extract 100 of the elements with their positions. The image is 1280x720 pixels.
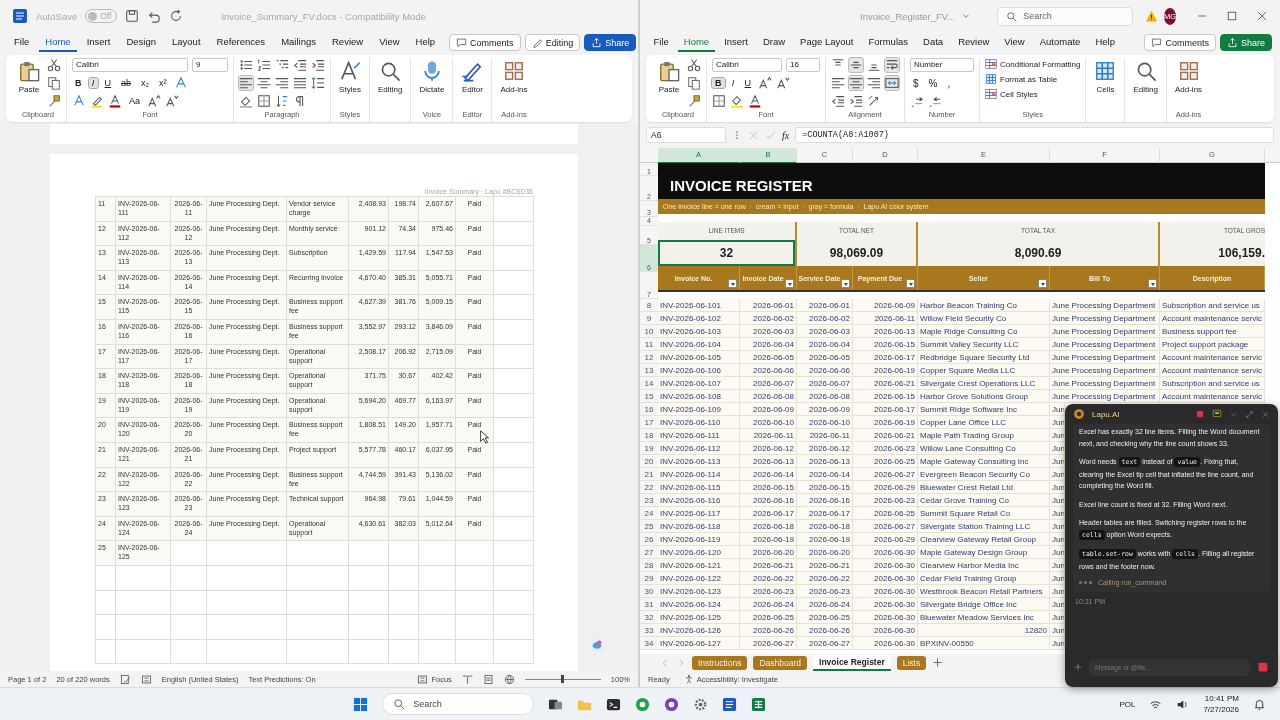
brush-icon[interactable] bbox=[47, 94, 61, 108]
format-button[interactable]: ab bbox=[118, 78, 134, 88]
chat-bubble-icon[interactable] bbox=[1212, 409, 1222, 419]
number-format-field[interactable]: Number bbox=[910, 58, 974, 72]
spreadsheet-cell[interactable]: 2026-06-20 bbox=[797, 546, 853, 559]
grow-font-icon[interactable] bbox=[758, 76, 772, 90]
spreadsheet-cell[interactable]: INV-2026-06-117 bbox=[658, 507, 740, 520]
sheet-tab[interactable]: Instructions bbox=[692, 655, 748, 670]
assistant-icon[interactable] bbox=[588, 636, 606, 654]
spreadsheet-cell[interactable]: INV-2026-06-127 bbox=[658, 637, 740, 650]
ribbon-tab[interactable]: Page Layout bbox=[794, 33, 859, 52]
row-header[interactable]: 14 bbox=[640, 377, 658, 390]
spreadsheet-cell[interactable]: 2026-06-25 bbox=[853, 455, 918, 468]
comments-button[interactable]: Comments bbox=[1144, 34, 1216, 51]
spreadsheet-cell[interactable]: 2026-06-26 bbox=[797, 624, 853, 637]
spreadsheet-cell[interactable]: INV-2026-06-124 bbox=[658, 598, 740, 611]
cells-button[interactable]: Cells bbox=[1091, 58, 1120, 96]
row-header[interactable]: 26 bbox=[640, 533, 658, 546]
editor-button[interactable]: Editor bbox=[458, 58, 487, 96]
share-button[interactable]: Share bbox=[1219, 34, 1272, 51]
spreadsheet-cell[interactable]: 2026-06-07 bbox=[797, 377, 853, 390]
attach-icon[interactable] bbox=[1073, 662, 1083, 672]
spreadsheet-cell[interactable]: Clearview Harbor Media Inc bbox=[918, 559, 1050, 572]
font-name-field[interactable]: Calibri bbox=[712, 58, 782, 72]
ribbon-tab[interactable]: View bbox=[998, 33, 1031, 52]
spreadsheet-cell[interactable]: June Processing Department bbox=[1050, 312, 1160, 325]
row-header[interactable]: 32 bbox=[640, 611, 658, 624]
spreadsheet-cell[interactable]: 2026-06-07 bbox=[740, 377, 797, 390]
spreadsheet-cell[interactable]: 2026-06-24 bbox=[797, 598, 853, 611]
outdent-icon[interactable] bbox=[293, 58, 307, 72]
spreadsheet-cell[interactable]: 2026-06-13 bbox=[797, 455, 853, 468]
spreadsheet-cell[interactable]: Maple Ridge Consulting Co bbox=[918, 325, 1050, 338]
spreadsheet-cell[interactable]: INV-2026-06-101 bbox=[658, 299, 740, 312]
spreadsheet-cell[interactable]: 2026-06-09 bbox=[853, 299, 918, 312]
spreadsheet-cell[interactable]: Business support fee bbox=[1160, 325, 1265, 338]
spreadsheet-cell[interactable]: 2026-06-21 bbox=[853, 429, 918, 442]
fill-color-icon[interactable] bbox=[730, 94, 744, 108]
spreadsheet-cell[interactable]: Cedar Field Training Group bbox=[918, 572, 1050, 585]
spreadsheet-cell[interactable]: 2026-06-01 bbox=[740, 299, 797, 312]
number-format-button[interactable]: , bbox=[944, 77, 954, 89]
row-header[interactable]: 20 bbox=[640, 455, 658, 468]
spreadsheet-cell[interactable]: 2026-06-15 bbox=[853, 338, 918, 351]
spreadsheet-cell[interactable]: 2026-06-12 bbox=[740, 442, 797, 455]
document-app-icon[interactable] bbox=[722, 696, 738, 712]
style-button[interactable]: Format as Table bbox=[985, 73, 1081, 85]
spreadsheet-cell[interactable]: 2026-06-30 bbox=[853, 572, 918, 585]
spreadsheet-cell[interactable]: INV-2026-06-102 bbox=[658, 312, 740, 325]
spreadsheet-cell[interactable]: INV-2026-06-105 bbox=[658, 351, 740, 364]
row-header[interactable]: 16 bbox=[640, 403, 658, 416]
align-right-icon[interactable] bbox=[275, 76, 289, 90]
spreadsheet-cell[interactable]: Jun bbox=[1050, 520, 1065, 533]
increase-decimal-icon[interactable] bbox=[910, 94, 924, 108]
maximize-icon[interactable] bbox=[1226, 10, 1238, 22]
spreadsheet-cell[interactable]: 2026-06-21 bbox=[853, 377, 918, 390]
ribbon-tab[interactable]: Insert bbox=[718, 33, 754, 52]
row-header[interactable]: 23 bbox=[640, 494, 658, 507]
kpi-value[interactable]: 98,069.09 bbox=[797, 240, 916, 266]
spreadsheet-cell[interactable]: 2026-06-15 bbox=[797, 481, 853, 494]
editing-button[interactable]: Editing bbox=[375, 58, 406, 96]
spreadsheet-cell[interactable]: 2026-06-02 bbox=[740, 312, 797, 325]
shrink-font-icon[interactable] bbox=[776, 76, 790, 90]
spreadsheet-cell[interactable]: 2026-06-02 bbox=[797, 312, 853, 325]
circle-app-icon[interactable] bbox=[635, 696, 651, 712]
highlighter-icon[interactable] bbox=[90, 94, 104, 108]
spreadsheet-cell[interactable]: Jun bbox=[1050, 494, 1065, 507]
zoom-slider-thumb[interactable] bbox=[561, 675, 565, 684]
spreadsheet-cell[interactable]: INV-2026-06-108 bbox=[658, 390, 740, 403]
spreadsheet-cell[interactable]: 2026-06-10 bbox=[740, 416, 797, 429]
spreadsheet-cell[interactable]: 2026-06-25 bbox=[740, 611, 797, 624]
style-button[interactable]: Cell Styles bbox=[985, 88, 1081, 100]
ribbon-tab[interactable]: File bbox=[8, 33, 36, 52]
align-middle-icon[interactable] bbox=[849, 58, 863, 72]
spreadsheet-cell[interactable]: 2026-06-01 bbox=[797, 299, 853, 312]
spreadsheet-cell[interactable]: Bluewater Meadow Services Inc bbox=[918, 611, 1050, 624]
spreadsheet-cell[interactable]: 2026-06-04 bbox=[797, 338, 853, 351]
row-header[interactable]: 33 bbox=[640, 624, 658, 637]
spreadsheet-cell[interactable]: 2026-06-29 bbox=[853, 533, 918, 546]
ribbon-tab[interactable]: Data bbox=[917, 33, 949, 52]
filter-button[interactable] bbox=[728, 279, 737, 288]
spreadsheet-cell[interactable]: INV-2026-06-110 bbox=[658, 416, 740, 429]
spreadsheet-cell[interactable]: 2026-06-08 bbox=[797, 390, 853, 403]
spreadsheet-cell[interactable]: 2026-06-21 bbox=[797, 559, 853, 572]
ribbon-tab[interactable]: Formulas bbox=[862, 33, 914, 52]
kpi-value[interactable]: 106,159. bbox=[1160, 240, 1265, 266]
align-right-icon[interactable] bbox=[867, 76, 881, 90]
decrease-decimal-icon[interactable] bbox=[928, 94, 942, 108]
spreadsheet-cell[interactable]: Willow Field Security Co bbox=[918, 312, 1050, 325]
spreadsheet-cell[interactable]: 2026-06-25 bbox=[853, 507, 918, 520]
sheet-tab[interactable]: Lists bbox=[896, 655, 927, 670]
number-format-button[interactable]: $ bbox=[910, 77, 922, 89]
ribbon-tab[interactable]: Design bbox=[120, 33, 162, 52]
format-button[interactable]: I bbox=[88, 78, 98, 88]
spreadsheet-cell[interactable]: 2026-06-11 bbox=[797, 429, 853, 442]
spreadsheet-cell[interactable]: Subscription and service us bbox=[1160, 299, 1265, 312]
wrap-text-icon[interactable] bbox=[885, 58, 899, 72]
spreadsheet-cell[interactable]: Harbor Grove Solutions Group bbox=[918, 390, 1050, 403]
spreadsheet-cell[interactable]: 2026-06-13 bbox=[740, 455, 797, 468]
spreadsheet-cell[interactable]: 2026-06-22 bbox=[740, 572, 797, 585]
filter-button[interactable] bbox=[1148, 279, 1157, 288]
spreadsheet-cell[interactable]: Jun bbox=[1050, 481, 1065, 494]
